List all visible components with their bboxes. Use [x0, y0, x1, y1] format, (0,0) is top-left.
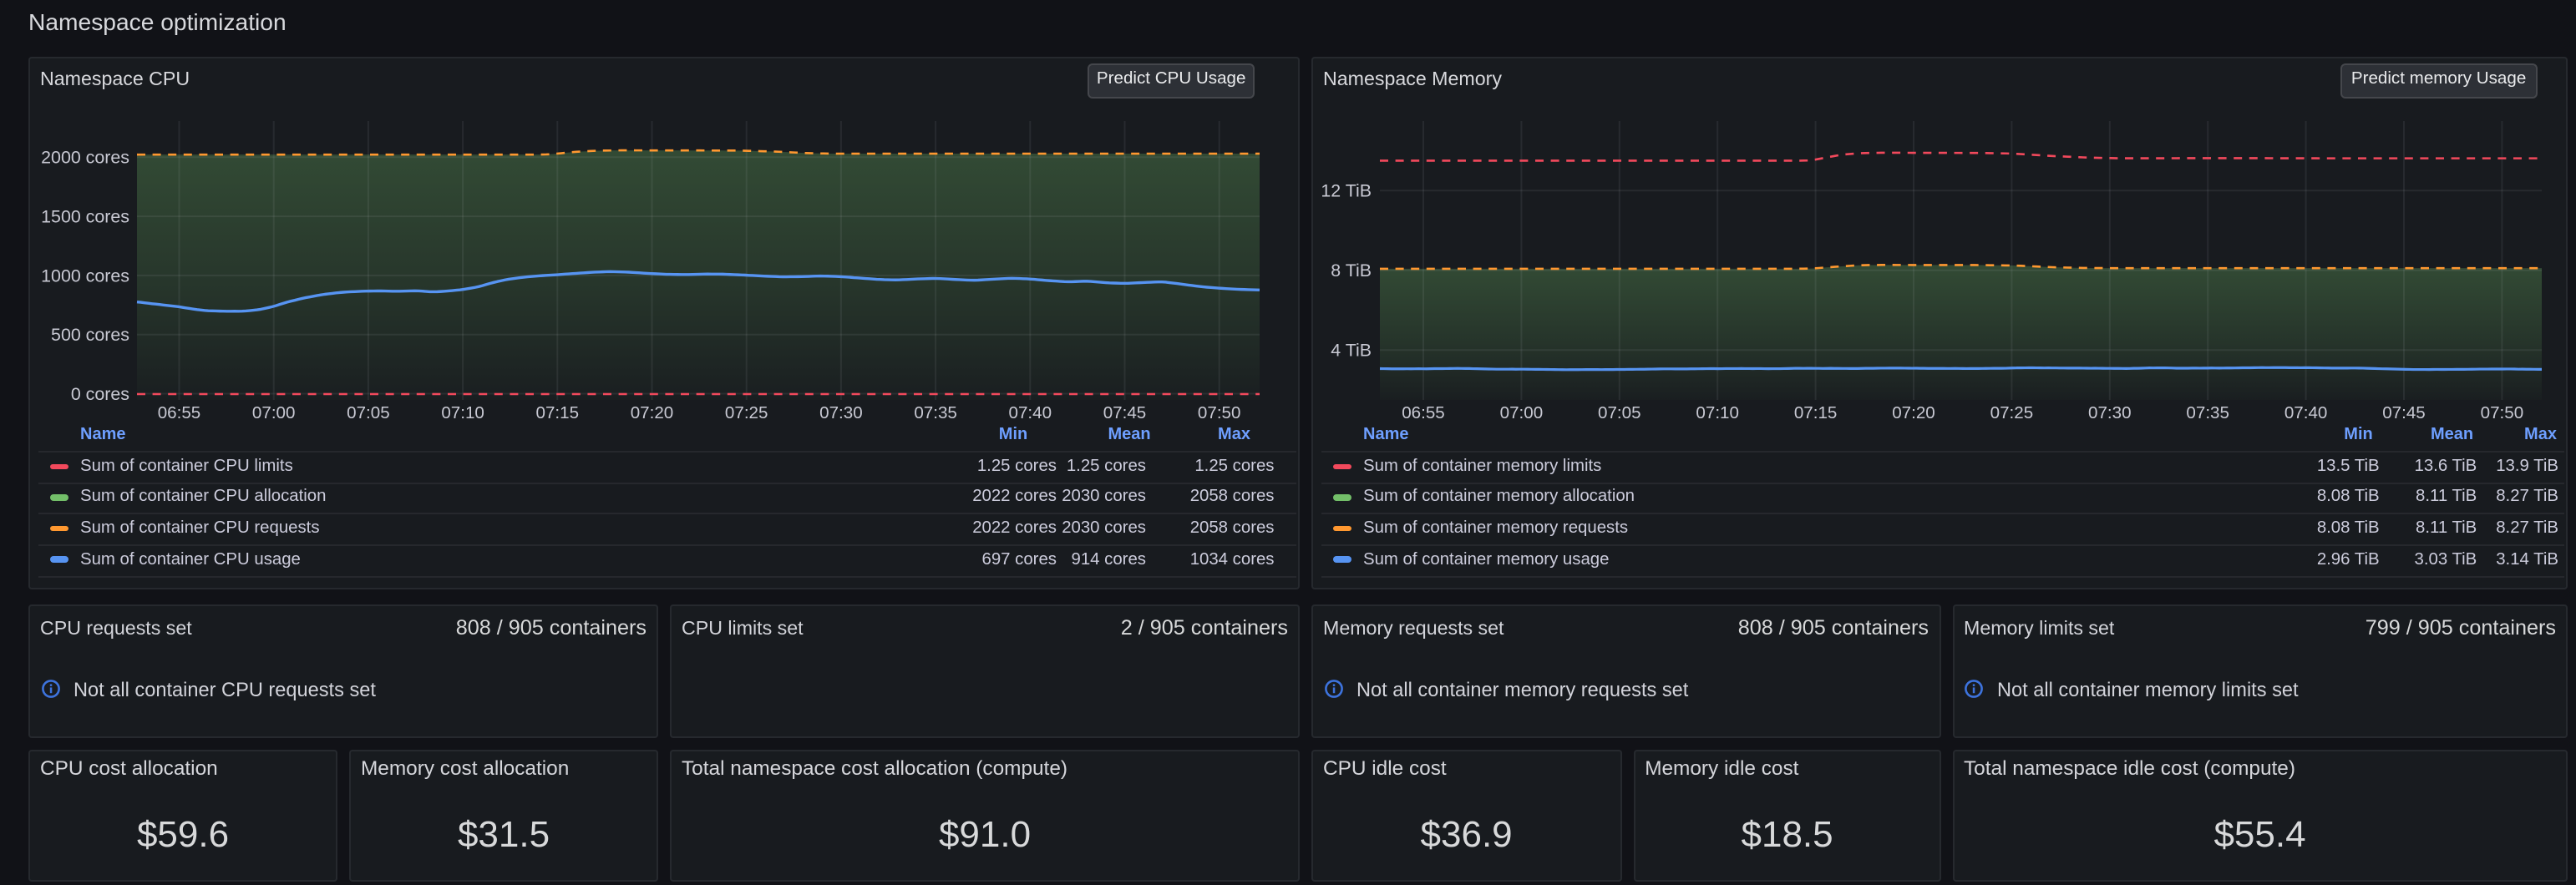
svg-text:07:40: 07:40: [2284, 402, 2328, 422]
svg-text:1500 cores: 1500 cores: [41, 206, 129, 226]
svg-text:07:10: 07:10: [441, 402, 484, 422]
svg-text:8 TiB: 8 TiB: [1331, 260, 1372, 280]
svg-text:07:15: 07:15: [1794, 402, 1838, 422]
svg-text:07:25: 07:25: [1990, 402, 2034, 422]
svg-text:07:05: 07:05: [1598, 402, 1641, 422]
svg-text:07:20: 07:20: [631, 402, 674, 422]
svg-text:4 TiB: 4 TiB: [1331, 340, 1372, 360]
svg-text:07:35: 07:35: [914, 402, 957, 422]
svg-text:12 TiB: 12 TiB: [1321, 180, 1372, 200]
svg-text:07:30: 07:30: [819, 402, 863, 422]
svg-text:07:45: 07:45: [1103, 402, 1147, 422]
svg-text:07:05: 07:05: [347, 402, 390, 422]
svg-text:07:50: 07:50: [2481, 402, 2524, 422]
svg-text:1000 cores: 1000 cores: [41, 265, 129, 285]
svg-text:07:35: 07:35: [2186, 402, 2229, 422]
svg-text:500 cores: 500 cores: [51, 324, 129, 344]
svg-text:06:55: 06:55: [1402, 402, 1445, 422]
svg-text:07:40: 07:40: [1009, 402, 1052, 422]
svg-text:2000 cores: 2000 cores: [41, 147, 129, 167]
svg-text:07:00: 07:00: [1500, 402, 1544, 422]
svg-text:0 cores: 0 cores: [71, 383, 129, 403]
svg-text:07:10: 07:10: [1696, 402, 1739, 422]
svg-text:07:30: 07:30: [2088, 402, 2132, 422]
svg-text:07:15: 07:15: [536, 402, 580, 422]
svg-text:07:50: 07:50: [1198, 402, 1241, 422]
svg-text:06:55: 06:55: [158, 402, 201, 422]
svg-text:07:45: 07:45: [2382, 402, 2426, 422]
svg-text:07:00: 07:00: [252, 402, 296, 422]
svg-text:07:20: 07:20: [1892, 402, 1935, 422]
svg-text:07:25: 07:25: [725, 402, 768, 422]
